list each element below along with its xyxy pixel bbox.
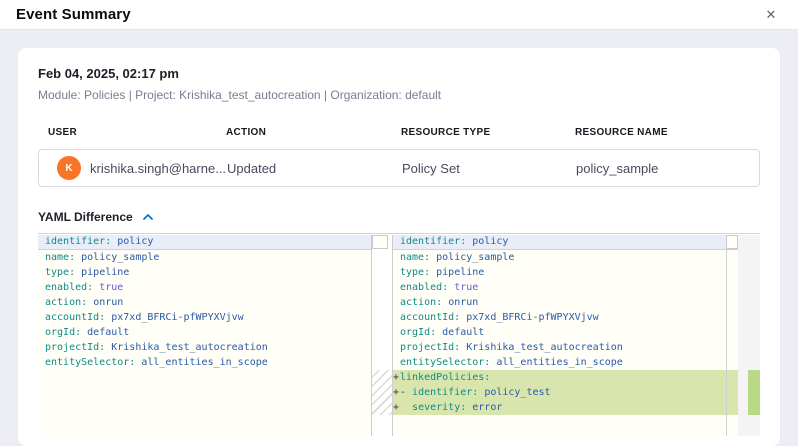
table-row[interactable]: K krishika.singh@harne... Updated Policy…: [38, 149, 760, 187]
diff-marker: +: [393, 400, 400, 415]
code-line: projectId: Krishika_test_autocreation: [393, 340, 738, 355]
event-timestamp: Feb 04, 2025, 02:17 pm: [38, 66, 760, 81]
code-line: entitySelector: all_entities_in_scope: [393, 355, 738, 370]
diff-marker: [393, 250, 400, 265]
column-header-resource-type: RESOURCE TYPE: [401, 127, 575, 138]
code-line: name: policy_sample: [393, 250, 738, 265]
diff-marker: +: [393, 385, 400, 400]
code-line: entitySelector: all_entities_in_scope: [38, 355, 371, 370]
scrollbar-corner-right: [726, 235, 738, 249]
page-title: Event Summary: [16, 6, 131, 23]
diff-marker: [393, 295, 400, 310]
yaml-difference-header: YAML Difference: [38, 210, 760, 224]
resource-name-value: policy_sample: [576, 161, 759, 176]
scrollbar-corner-left: [372, 235, 388, 249]
code-line: projectId: Krishika_test_autocreation: [38, 340, 371, 355]
code-line: type: pipeline: [38, 265, 371, 280]
column-header-user: USER: [48, 127, 226, 138]
code-line: type: pipeline: [393, 265, 738, 280]
column-header-resource-name: RESOURCE NAME: [575, 127, 750, 138]
code-line: enabled: true: [393, 280, 738, 295]
code-line: enabled: true: [38, 280, 371, 295]
code-line: accountId: px7xd_BFRCi-pfWPYXVjvw: [393, 310, 738, 325]
ruler-line: [726, 235, 727, 436]
yaml-difference-label: YAML Difference: [38, 210, 133, 224]
code-line: identifier: policy: [393, 235, 738, 250]
resource-type-value: Policy Set: [402, 161, 576, 176]
code-line: accountId: px7xd_BFRCi-pfWPYXVjvw: [38, 310, 371, 325]
diff-marker: +: [393, 370, 400, 385]
table-header-row: USER ACTION RESOURCE TYPE RESOURCE NAME: [38, 127, 760, 138]
diff-pane-right[interactable]: identifier: policy name: policy_sample t…: [392, 235, 738, 436]
column-header-action: ACTION: [226, 127, 401, 138]
code-line: orgId: default: [393, 325, 738, 340]
close-icon[interactable]: ✕: [760, 4, 782, 26]
diff-marker: [393, 235, 400, 249]
diff-marker: [393, 310, 400, 325]
yaml-diff-view: identifier: policyname: policy_sampletyp…: [38, 233, 760, 436]
diff-scrollbar-track[interactable]: [738, 235, 760, 436]
diff-added-line: + severity: error: [393, 400, 738, 415]
diff-marker: [393, 340, 400, 355]
event-card: Feb 04, 2025, 02:17 pm Module: Policies …: [18, 48, 780, 446]
code-line: action: onrun: [38, 295, 371, 310]
modal-body: Feb 04, 2025, 02:17 pm Module: Policies …: [0, 30, 798, 446]
diff-marker: [393, 355, 400, 370]
user-cell: K krishika.singh@harne...: [39, 156, 227, 180]
code-line: orgId: default: [38, 325, 371, 340]
chevron-up-icon[interactable]: [141, 212, 155, 222]
diff-marker: [393, 280, 400, 295]
code-line: identifier: policy: [38, 235, 371, 250]
event-context: Module: Policies | Project: Krishika_tes…: [38, 88, 760, 102]
added-block-marker: [748, 370, 760, 415]
diff-added-line: +- identifier: policy_test: [393, 385, 738, 400]
action-value: Updated: [227, 161, 402, 176]
avatar: K: [57, 156, 81, 180]
modal-header: Event Summary ✕: [0, 0, 798, 30]
diff-added-line: +linkedPolicies:: [393, 370, 738, 385]
diff-marker: [393, 325, 400, 340]
code-line: action: onrun: [393, 295, 738, 310]
diff-pane-left[interactable]: identifier: policyname: policy_sampletyp…: [38, 235, 372, 436]
user-email: krishika.singh@harne...: [90, 161, 226, 176]
diff-marker: [393, 265, 400, 280]
code-line: name: policy_sample: [38, 250, 371, 265]
